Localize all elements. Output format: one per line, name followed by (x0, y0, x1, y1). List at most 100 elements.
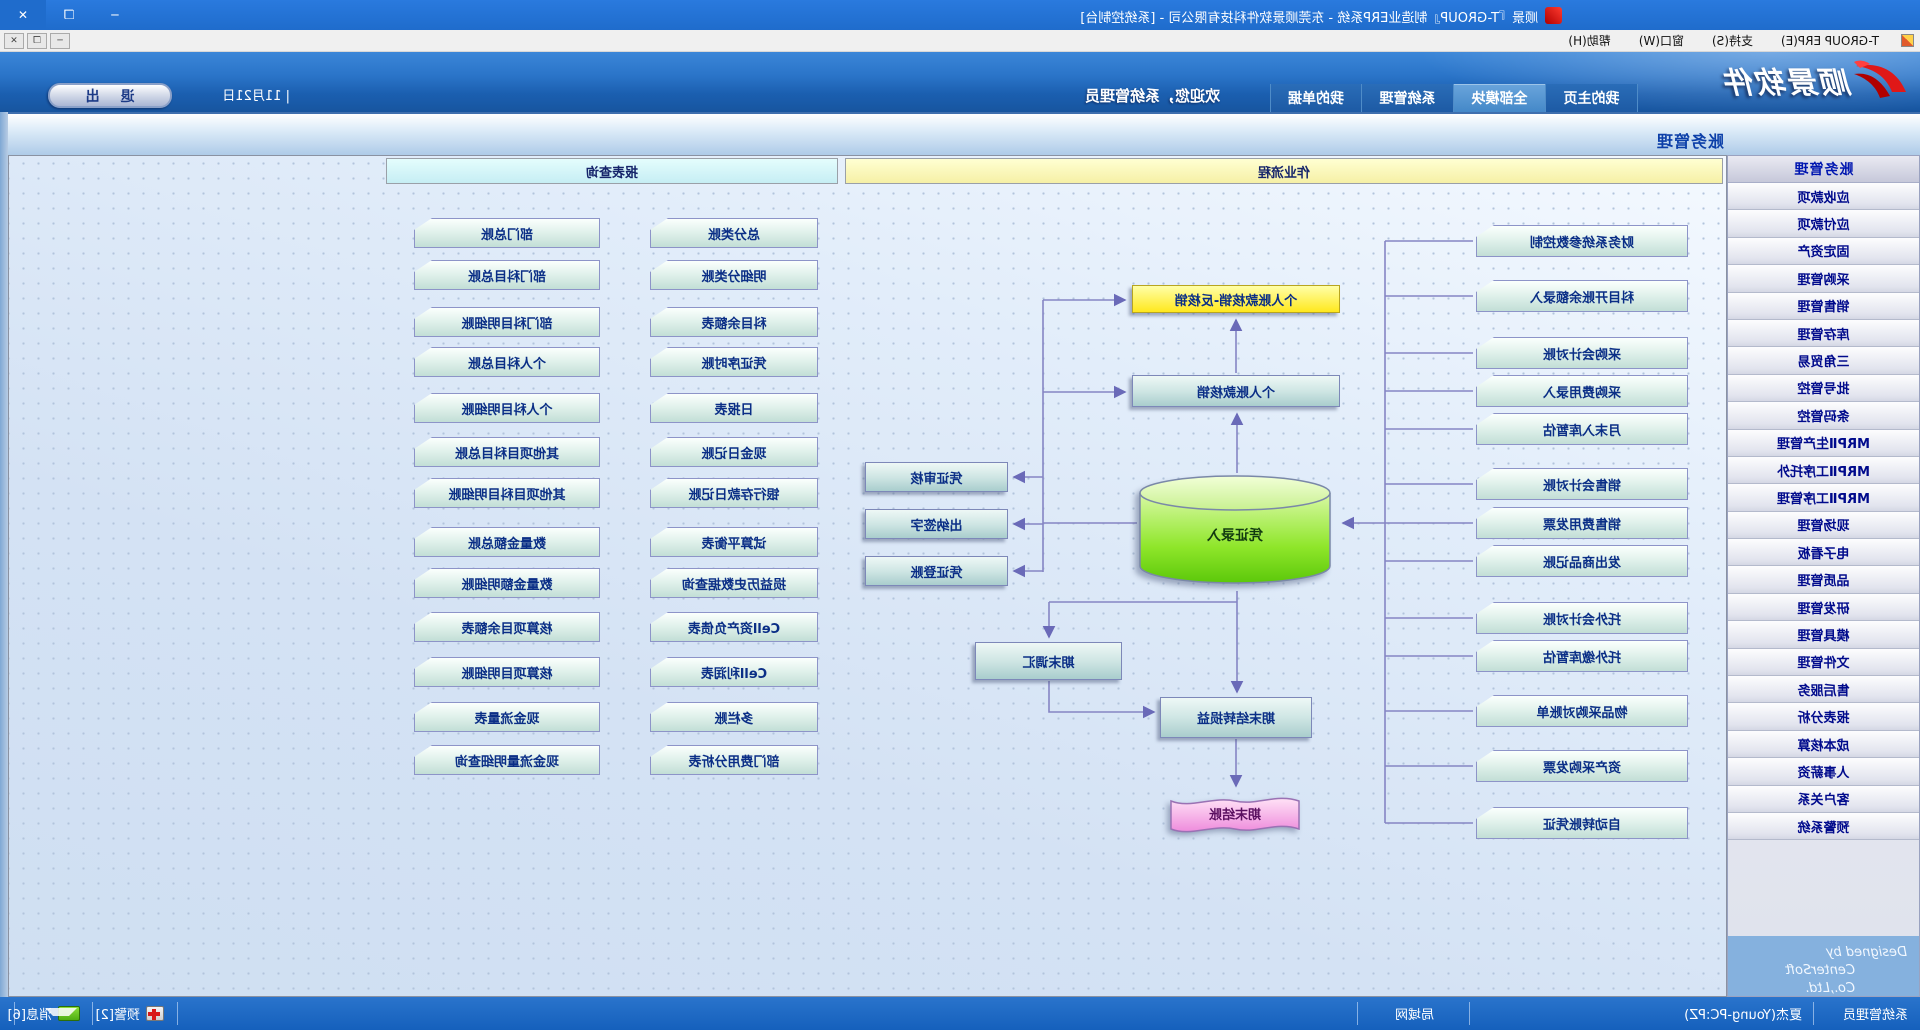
menu-help[interactable]: 帮助(H) (1554, 30, 1624, 52)
report-button[interactable]: 现金流量表 (414, 702, 600, 732)
report-button[interactable]: 核算项目明细账 (414, 657, 600, 687)
app-icon (1545, 7, 1562, 24)
menu-bar: T-GROUP ERP(E) 支持(S) 窗口(W) 帮助(H) ─ ❐ ✕ (0, 30, 1920, 52)
report-button[interactable]: 明细分类账 (650, 260, 818, 290)
status-separator (14, 1002, 15, 1025)
module-button[interactable]: 资产采购发票 (1476, 750, 1688, 782)
sidebar-item[interactable]: 报表分析 (1728, 703, 1919, 730)
node-cashier-signature[interactable]: 出纳签字 (865, 509, 1008, 539)
sidebar-item[interactable]: 条码管控 (1728, 402, 1919, 429)
sidebar-item[interactable]: 采购管理 (1728, 265, 1919, 292)
report-button[interactable]: 个人科目总账 (414, 347, 600, 377)
report-button[interactable]: 其他项目科目总账 (414, 437, 600, 467)
sidebar-header-finance[interactable]: 账务管理 (1728, 156, 1919, 183)
sidebar-item[interactable]: MRPⅡ工序管理 (1728, 484, 1919, 511)
node-personal-writeoff[interactable]: 个人账款核销 (1132, 375, 1340, 407)
report-button[interactable]: 损益历史数据查询 (650, 568, 818, 598)
sidebar-item[interactable]: 应付款项 (1728, 210, 1919, 237)
report-button[interactable]: 部门费用分析表 (650, 745, 818, 775)
closing-flag-label: 期末结账 (1168, 804, 1302, 823)
sidebar-item[interactable]: 预警系统 (1728, 813, 1919, 840)
period-end-closing-flag[interactable]: 期末结账 (1168, 791, 1302, 839)
module-button[interactable]: 自动转账凭证 (1476, 807, 1688, 839)
exit-button[interactable]: 退 出 (48, 83, 172, 108)
report-button[interactable]: 数量金额总账 (414, 527, 600, 557)
menu-support[interactable]: 支持(S) (1698, 30, 1767, 52)
sidebar-item[interactable]: 现场管理 (1728, 512, 1919, 539)
tab-all-modules[interactable]: 全部模块 (1454, 84, 1546, 112)
report-button[interactable]: 其他项目科目明细账 (414, 478, 600, 508)
sidebar-item[interactable]: 库存管理 (1728, 320, 1919, 347)
sidebar-item[interactable]: 三角贸易 (1728, 347, 1919, 374)
main-tabs: 我的主页 全部模块 系统管理 我的单据 (1270, 84, 1638, 112)
module-button[interactable]: 托外会计对账 (1476, 602, 1688, 634)
module-button[interactable]: 财务系统参数控制 (1476, 225, 1688, 257)
module-button[interactable]: 月末入库暂估 (1476, 413, 1688, 445)
report-button[interactable]: 现金流量明细查询 (414, 745, 600, 775)
report-button[interactable]: 多栏账 (650, 702, 818, 732)
report-button[interactable]: 数量金额明细账 (414, 568, 600, 598)
module-button[interactable]: 托外缴库暂估 (1476, 640, 1688, 672)
sidebar-item[interactable]: 应收款项 (1728, 183, 1919, 210)
sidebar-item[interactable]: 人事薪资 (1728, 758, 1919, 785)
report-button[interactable]: 日报表 (650, 393, 818, 423)
menu-tgroup-erp[interactable]: T-GROUP ERP(E) (1767, 30, 1893, 52)
menu-window[interactable]: 窗口(W) (1625, 30, 1698, 52)
module-button[interactable]: 物品采购对账单 (1476, 695, 1688, 727)
sidebar-item[interactable]: 模具管理 (1728, 621, 1919, 648)
module-button[interactable]: 采购费用录入 (1476, 375, 1688, 407)
sidebar-item[interactable]: 品质管理 (1728, 566, 1919, 593)
mdi-minimize-button[interactable]: ─ (50, 33, 70, 49)
mdi-restore-button[interactable]: ❐ (27, 33, 47, 49)
sidebar-item[interactable]: 文件管理 (1728, 649, 1919, 676)
status-separator (1469, 1002, 1470, 1025)
sidebar-item[interactable]: 客户关系 (1728, 786, 1919, 813)
report-button[interactable]: 部门科目明细账 (414, 307, 600, 337)
module-button[interactable]: 销售会计对账 (1476, 468, 1688, 500)
logo-swoosh-icon (1852, 58, 1910, 102)
window-titlebar: 顺景『T-GROUP』制造业ERP系统 - 东莞顺景软件科技有限公司 - [系统… (0, 0, 1920, 30)
tab-my-home[interactable]: 我的主页 (1546, 84, 1638, 112)
status-messages[interactable]: 消息[6] (8, 997, 80, 1030)
module-button[interactable]: 发出商品记账 (1476, 545, 1688, 577)
report-button[interactable]: 试算平衡表 (650, 527, 818, 557)
report-button[interactable]: 核算项目余额表 (414, 612, 600, 642)
node-period-end-carryover[interactable]: 期末结转损益 (1160, 697, 1312, 738)
report-button[interactable]: 总分类账 (650, 218, 818, 248)
report-button[interactable]: 凭证序时账 (650, 347, 818, 377)
module-button[interactable]: 销售费用发票 (1476, 507, 1688, 539)
node-voucher-review[interactable]: 凭证审核 (865, 462, 1008, 492)
status-user: 夏杰(Young-PC:PZ) (1684, 997, 1802, 1030)
sidebar-item[interactable]: MRPⅡ工序托外 (1728, 457, 1919, 484)
report-button[interactable]: 部门科目总账 (414, 260, 600, 290)
report-button[interactable]: 部门总账 (414, 218, 600, 248)
status-alerts[interactable]: 预警[2] (96, 997, 164, 1030)
mdi-close-button[interactable]: ✕ (4, 33, 24, 49)
sidebar-item[interactable]: 批号管控 (1728, 375, 1919, 402)
report-button[interactable]: Cell利润表 (650, 657, 818, 687)
sidebar-item[interactable]: 售后服务 (1728, 676, 1919, 703)
report-button[interactable]: 银行存款日记账 (650, 478, 818, 508)
module-button[interactable]: 采购会计对账 (1476, 337, 1688, 369)
sidebar-item[interactable]: 固定资产 (1728, 238, 1919, 265)
report-button[interactable]: 科目余额表 (650, 307, 818, 337)
node-period-end-fx-adjust[interactable]: 期末调汇 (975, 642, 1122, 680)
module-button[interactable]: 科目开账余额录入 (1476, 280, 1688, 312)
sidebar-item[interactable]: 研发管理 (1728, 594, 1919, 621)
sidebar-item[interactable]: MRPⅡ生产管理 (1728, 430, 1919, 457)
tab-system-admin[interactable]: 系统管理 (1362, 84, 1454, 112)
header-band: 顺景软件 我的主页 全部模块 系统管理 我的单据 欢迎您，系统管理员 | 11月… (0, 52, 1920, 112)
sidebar-item[interactable]: 销售管理 (1728, 293, 1919, 320)
tab-my-documents[interactable]: 我的单据 (1270, 84, 1362, 112)
minimize-button[interactable]: ─ (92, 0, 138, 30)
report-button[interactable]: 个人科目明细账 (414, 393, 600, 423)
node-personal-writeoff-reverse[interactable]: 个人账款核销-反核销 (1132, 285, 1340, 313)
sidebar-item[interactable]: 成本核算 (1728, 731, 1919, 758)
close-button[interactable]: ✕ (0, 0, 46, 30)
maximize-button[interactable]: ❐ (46, 0, 92, 30)
sidebar-item[interactable]: 电子看板 (1728, 539, 1919, 566)
voucher-entry-cylinder[interactable]: 凭证录入 (1137, 473, 1333, 591)
report-button[interactable]: 现金日记账 (650, 437, 818, 467)
report-button[interactable]: Cell资产负债表 (650, 612, 818, 642)
node-voucher-posting[interactable]: 凭证登账 (865, 556, 1008, 586)
